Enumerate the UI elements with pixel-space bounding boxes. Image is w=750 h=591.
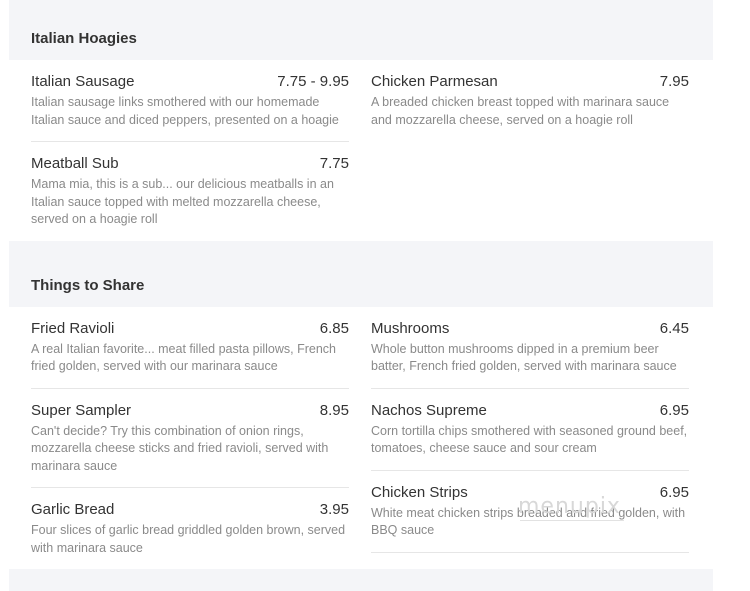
item-price: 6.95 xyxy=(659,483,689,501)
section-italian-hoagies: Italian Sausage 7.75 - 9.95 Italian saus… xyxy=(9,60,713,241)
item-name: Garlic Bread xyxy=(31,501,115,518)
menu-item: Super Sampler 8.95 Can't decide? Try thi… xyxy=(31,389,349,488)
item-description: Mama mia, this is a sub... our delicious… xyxy=(31,177,334,226)
item-price: 8.95 xyxy=(319,401,349,419)
item-description: A breaded chicken breast topped with mar… xyxy=(371,95,670,127)
item-name: Chicken Parmesan xyxy=(371,73,498,90)
menu-item: Fried Ravioli 6.85 A real Italian favori… xyxy=(31,307,349,389)
item-price: 6.85 xyxy=(319,319,349,337)
menu-item: Nachos Supreme 6.95 Corn tortilla chips … xyxy=(371,389,689,471)
menupix-watermark: menupix xyxy=(518,494,621,519)
item-description: Italian sausage links smothered with our… xyxy=(31,95,339,127)
menu-item: Garlic Bread 3.95 Four slices of garlic … xyxy=(31,488,349,569)
item-price: 7.75 - 9.95 xyxy=(277,73,349,90)
section-title: Italian Hoagies xyxy=(31,30,137,47)
item-description: Whole button mushrooms dipped in a premi… xyxy=(371,341,677,374)
menu-column-left: Fried Ravioli 6.85 A real Italian favori… xyxy=(31,307,349,570)
watermark-underline xyxy=(520,520,624,521)
menu-item: Meatball Sub 7.75 Mama mia, this is a su… xyxy=(31,142,349,241)
section-things-to-share: Fried Ravioli 6.85 A real Italian favori… xyxy=(9,306,713,570)
menu-column-right: Mushrooms 6.45 Whole button mushrooms di… xyxy=(371,307,689,570)
item-name: Meatball Sub xyxy=(31,155,119,172)
item-name: Italian Sausage xyxy=(31,73,135,90)
item-price: 6.45 xyxy=(659,319,689,337)
menu-item: Italian Sausage 7.75 - 9.95 Italian saus… xyxy=(31,60,349,142)
menu-column-left: Italian Sausage 7.75 - 9.95 Italian saus… xyxy=(31,60,349,241)
menu-column-right: Chicken Parmesan 7.95 A breaded chicken … xyxy=(371,60,689,241)
item-description: Can't decide? Try this combination of on… xyxy=(31,423,329,473)
item-description: Four slices of garlic bread griddled gol… xyxy=(31,523,346,555)
item-description: A real Italian favorite... meat filled p… xyxy=(31,341,337,374)
menu-item: Chicken Parmesan 7.95 A breaded chicken … xyxy=(371,60,689,141)
menu-item: Mushrooms 6.45 Whole button mushrooms di… xyxy=(371,307,689,389)
item-price: 3.95 xyxy=(319,501,349,518)
item-name: Chicken Strips xyxy=(371,483,468,501)
item-name: Fried Ravioli xyxy=(31,319,115,337)
section-title: Things to Share xyxy=(31,276,145,294)
item-price: 7.95 xyxy=(659,73,689,90)
item-name: Mushrooms xyxy=(371,319,450,337)
item-name: Nachos Supreme xyxy=(371,401,487,419)
item-price: 6.95 xyxy=(659,401,689,419)
item-price: 7.75 xyxy=(319,155,349,172)
item-description: Corn tortilla chips smothered with seaso… xyxy=(371,423,688,456)
item-name: Super Sampler xyxy=(31,401,132,419)
